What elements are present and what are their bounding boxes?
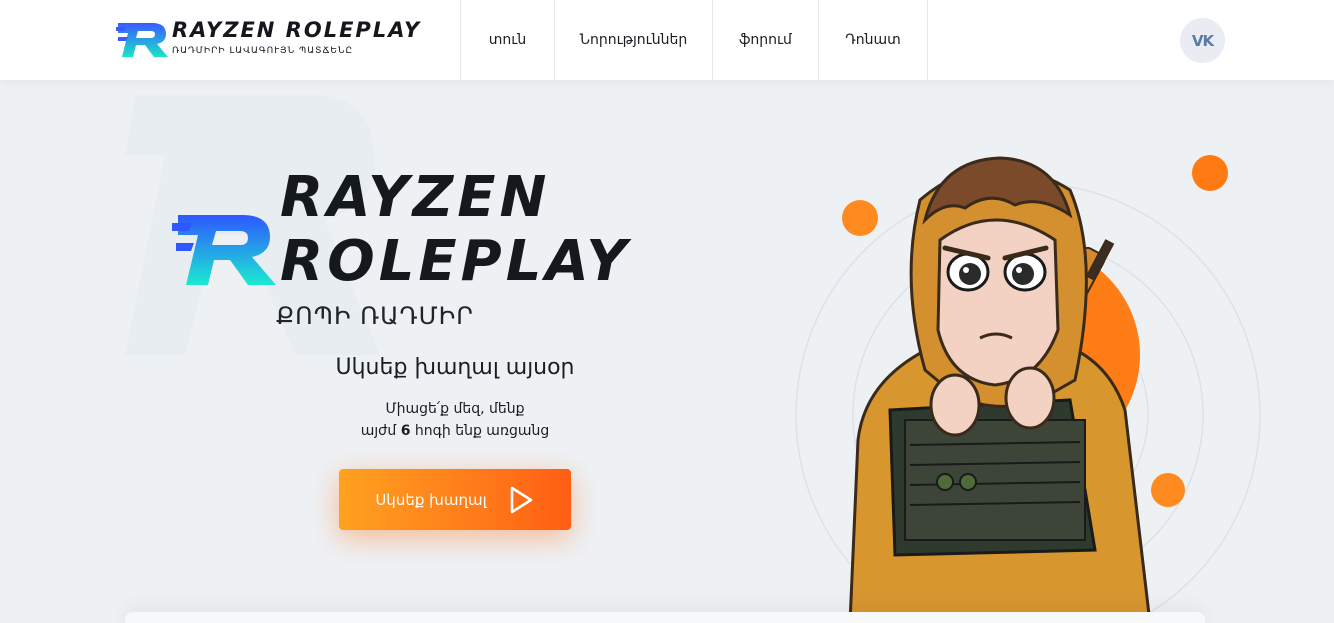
hero-illustration: [740, 80, 1334, 623]
hero-title-line-2: ROLEPLAY: [280, 229, 631, 294]
online-count-text: Միացե՛ք մեզ, մենք այժմ 6 հոգի ենք առցանց: [300, 398, 610, 442]
site-header: RAYZEN ROLEPLAY ՌԱԴՄԻՐԻ ԼԱՎԱԳՈՒՅՆ ՊԱՏՃԵՆ…: [0, 0, 1334, 80]
hero-title: RAYZEN ROLEPLAY: [280, 166, 631, 294]
online-count: 6: [400, 423, 411, 439]
site-logo[interactable]: RAYZEN ROLEPLAY ՌԱԴՄԻՐԻ ԼԱՎԱԳՈՒՅՆ ՊԱՏՃԵՆ…: [116, 14, 436, 64]
vk-button[interactable]: VK: [1180, 18, 1225, 63]
vk-icon: VK: [1191, 31, 1214, 50]
main-nav: տուն Նորություններ ֆորում Դոնատ: [460, 0, 928, 80]
nav-item-forum[interactable]: ֆորում: [712, 0, 818, 80]
nav-item-news[interactable]: Նորություններ: [554, 0, 712, 80]
hero-subtitle: ՔՈՊԻ ՌԱԴՄԻՐ: [276, 302, 474, 330]
content-card-edge: [125, 612, 1205, 623]
logo-subtitle: ՌԱԴՄԻՐԻ ԼԱՎԱԳՈՒՅՆ ՊԱՏՃԵՆԸ: [172, 46, 354, 56]
logo-r-icon: [116, 23, 168, 57]
nav-item-donate[interactable]: Դոնատ: [818, 0, 928, 80]
hero-logo-r-icon: [172, 215, 276, 285]
hero-text-line-2: այժմ 6 հոգի ենք առցանց: [360, 423, 550, 439]
hero-lead: Սկսեք խաղալ այսօր: [335, 355, 575, 380]
hooded-character-illustration-icon: [795, 155, 1261, 623]
nav-item-home[interactable]: տուն: [460, 0, 554, 80]
hero-title-line-1: RAYZEN: [280, 165, 551, 230]
play-icon: [510, 486, 532, 513]
logo-title: RAYZEN ROLEPLAY: [172, 18, 422, 42]
hero-text-line-1: Միացե՛ք մեզ, մենք: [385, 401, 525, 417]
start-playing-button[interactable]: Սկսեք խաղալ: [339, 469, 571, 530]
start-playing-label: Սկսեք խաղալ: [375, 490, 487, 509]
